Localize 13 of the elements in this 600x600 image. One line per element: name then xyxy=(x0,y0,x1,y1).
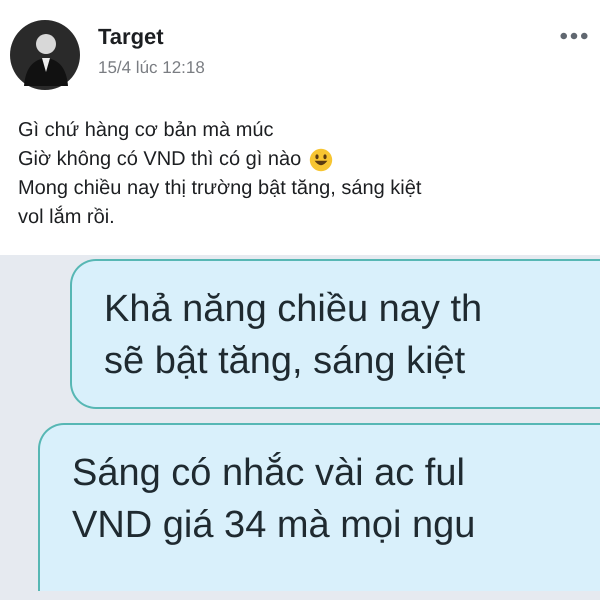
message-text: Sáng có nhắc vài ac ful xyxy=(72,451,466,496)
more-options-icon[interactable] xyxy=(560,32,588,40)
message-text: VND giá 34 mà mọi ngu xyxy=(72,503,476,548)
post-timestamp[interactable]: 15/4 lúc 12:18 xyxy=(98,58,205,78)
post-text: Mong chiều nay thị trường bật tăng, sáng kiệt xyxy=(18,177,422,200)
post-text: vol lắm rồi. xyxy=(18,206,115,229)
author-name[interactable]: Target xyxy=(98,24,164,50)
smiley-icon xyxy=(309,148,334,172)
post-text: Gì chứ hàng cơ bản mà múc xyxy=(18,119,274,142)
message-text: sẽ bật tăng, sáng kiệt xyxy=(104,339,466,384)
message-text: Khả năng chiều nay th xyxy=(104,287,484,332)
post-text: Giờ không có VND thì có gì nào xyxy=(18,148,302,171)
avatar xyxy=(10,20,80,90)
